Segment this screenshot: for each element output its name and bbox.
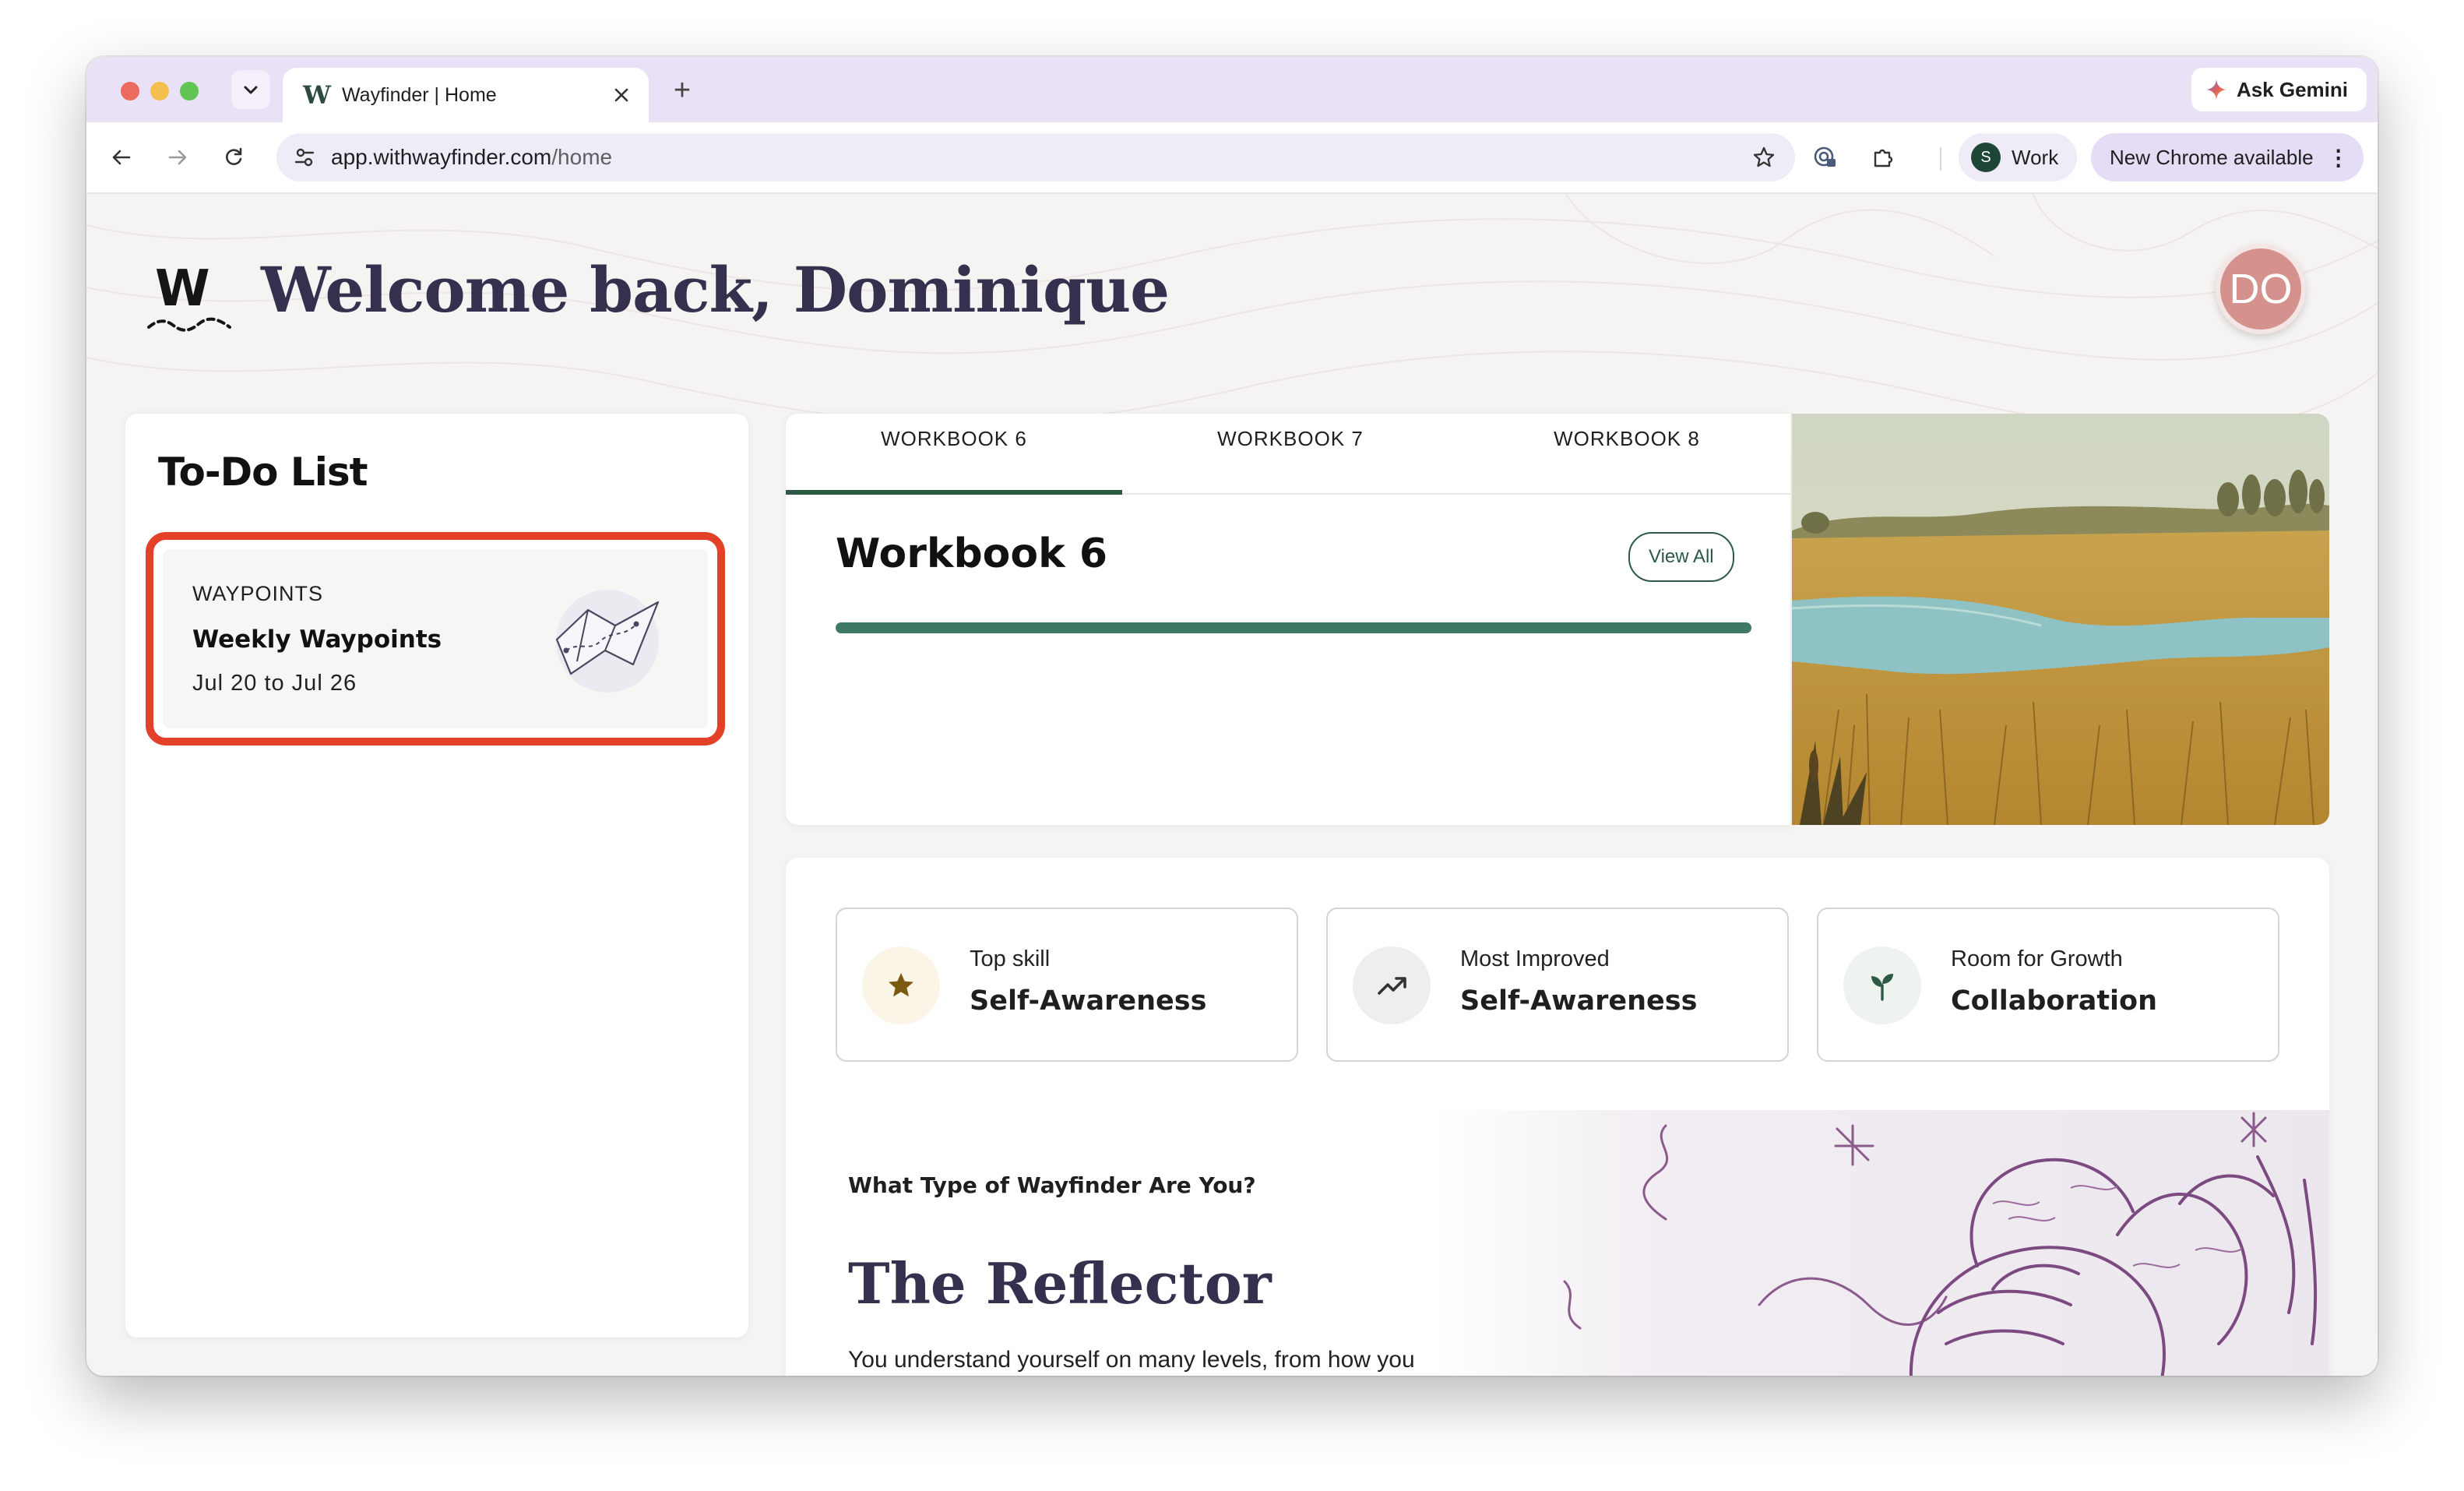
skill-value: Self-Awareness — [1460, 985, 1698, 1017]
workbook-progress-fill — [836, 622, 1751, 633]
arrow-left-icon — [112, 150, 131, 165]
minimize-window-button[interactable] — [150, 82, 169, 100]
close-tab-button[interactable] — [604, 77, 639, 113]
todo-list-title: To-Do List — [158, 449, 368, 495]
sprout-icon — [1843, 946, 1921, 1024]
skill-value: Self-Awareness — [970, 985, 1207, 1017]
tab-title: Wayfinder | Home — [342, 83, 497, 106]
puzzle-piece-icon — [1874, 149, 1893, 167]
wayfinder-type-name: The Reflector — [848, 1250, 1272, 1317]
todo-item-dates: Jul 20 to Jul 26 — [192, 671, 357, 696]
tab-workbook-6[interactable]: WORKBOOK 6 — [786, 414, 1122, 495]
bookmark-button[interactable] — [1747, 140, 1781, 174]
star-outline-icon — [1753, 146, 1775, 167]
close-window-button[interactable] — [121, 82, 139, 100]
star-icon — [862, 946, 940, 1024]
new-tab-button[interactable]: + — [663, 71, 702, 110]
todo-list-card: To-Do List WAYPOINTS Weekly Waypoints Ju… — [125, 414, 748, 1338]
wayfinder-type-question: What Type of Wayfinder Are You? — [848, 1172, 1256, 1198]
reload-button[interactable] — [214, 138, 253, 177]
update-chrome-button[interactable]: New Chrome available ⋮ — [2091, 133, 2364, 182]
logo-letter: W — [155, 260, 210, 318]
tab-workbook-7[interactable]: WORKBOOK 7 — [1122, 414, 1459, 493]
wayfinder-type-description: You understand yourself on many levels, … — [848, 1347, 1415, 1373]
page-content: W Welcome back, Dominique DO To-Do List … — [86, 194, 2378, 1376]
address-bar[interactable]: app.withwayfinder.com/home — [276, 133, 1795, 182]
user-avatar[interactable]: DO — [2216, 244, 2306, 334]
profile-button[interactable]: S Work — [1959, 133, 2078, 182]
browser-tab[interactable]: W Wayfinder | Home — [283, 68, 649, 122]
skill-value: Collaboration — [1951, 985, 2158, 1017]
folded-map-icon — [555, 590, 660, 693]
logo-trail-icon — [147, 317, 231, 332]
skills-card: Top skill Self-Awareness Most Improved S… — [786, 858, 2329, 1376]
skill-most-improved[interactable]: Most Improved Self-Awareness — [1326, 908, 1789, 1062]
close-icon — [614, 88, 628, 102]
tune-icon — [294, 148, 315, 167]
skill-label: Most Improved — [1460, 946, 1610, 971]
more-vert-icon: ⋮ — [2327, 145, 2350, 170]
maximize-window-button[interactable] — [180, 82, 199, 100]
gemini-sparkle-icon — [2205, 79, 2226, 100]
url-host: app.withwayfinder.com — [331, 145, 552, 169]
marsh-landscape-illustration — [1792, 414, 2329, 825]
workbook-card: WORKBOOK 6 WORKBOOK 7 WORKBOOK 8 Workboo… — [786, 414, 1790, 825]
ask-gemini-label: Ask Gemini — [2236, 77, 2348, 101]
ask-gemini-button[interactable]: Ask Gemini — [2191, 68, 2367, 111]
skill-label: Room for Growth — [1951, 946, 2123, 971]
toolbar-divider — [1940, 147, 1941, 171]
skill-room-for-growth[interactable]: Room for Growth Collaboration — [1817, 908, 2279, 1062]
password-manager-icon — [1814, 146, 1836, 167]
workbook-tabs: WORKBOOK 6 WORKBOOK 7 WORKBOOK 8 — [786, 414, 1790, 495]
wayfinder-favicon-icon: W — [303, 80, 331, 110]
reload-icon — [226, 147, 242, 165]
browser-window: W Wayfinder | Home + Ask Gemini app.with… — [86, 57, 2378, 1376]
lion-illustration — [1432, 1110, 2329, 1376]
extensions-button[interactable] — [1864, 138, 1903, 177]
todo-item-weekly-waypoints[interactable]: WAYPOINTS Weekly Waypoints Jul 20 to Jul… — [146, 532, 725, 746]
url-text: app.withwayfinder.com/home — [331, 133, 612, 182]
wayfinder-type-section: What Type of Wayfinder Are You? The Refl… — [786, 1110, 2329, 1376]
todo-item-kind: WAYPOINTS — [192, 582, 324, 605]
password-manager-button[interactable] — [1806, 138, 1845, 177]
browser-toolbar: app.withwayfinder.com/home S Work New Ch… — [86, 122, 2378, 194]
skill-label: Top skill — [970, 946, 1051, 971]
todo-item-name: Weekly Waypoints — [192, 626, 442, 654]
page-title: Welcome back, Dominique — [261, 253, 1170, 326]
tab-strip: W Wayfinder | Home + Ask Gemini — [86, 57, 2378, 122]
url-path: /home — [551, 145, 613, 169]
workbook-title: Workbook 6 — [836, 530, 1107, 577]
profile-avatar: S — [1971, 143, 2001, 172]
arrow-right-icon — [168, 150, 187, 165]
trending-up-icon — [1353, 946, 1431, 1024]
view-all-button[interactable]: View All — [1628, 532, 1734, 582]
workbook-progress-bar — [836, 622, 1751, 633]
wayfinder-logo[interactable]: W — [147, 260, 233, 332]
site-settings-button[interactable] — [287, 140, 322, 174]
chevron-down-icon — [244, 86, 258, 94]
profile-name: Work — [2012, 145, 2059, 169]
forward-button[interactable] — [158, 138, 197, 177]
skill-top-skill[interactable]: Top skill Self-Awareness — [836, 908, 1298, 1062]
back-button[interactable] — [102, 138, 141, 177]
update-label: New Chrome available — [2110, 145, 2314, 169]
tab-search-button[interactable] — [231, 70, 270, 109]
tab-workbook-8[interactable]: WORKBOOK 8 — [1459, 414, 1795, 493]
